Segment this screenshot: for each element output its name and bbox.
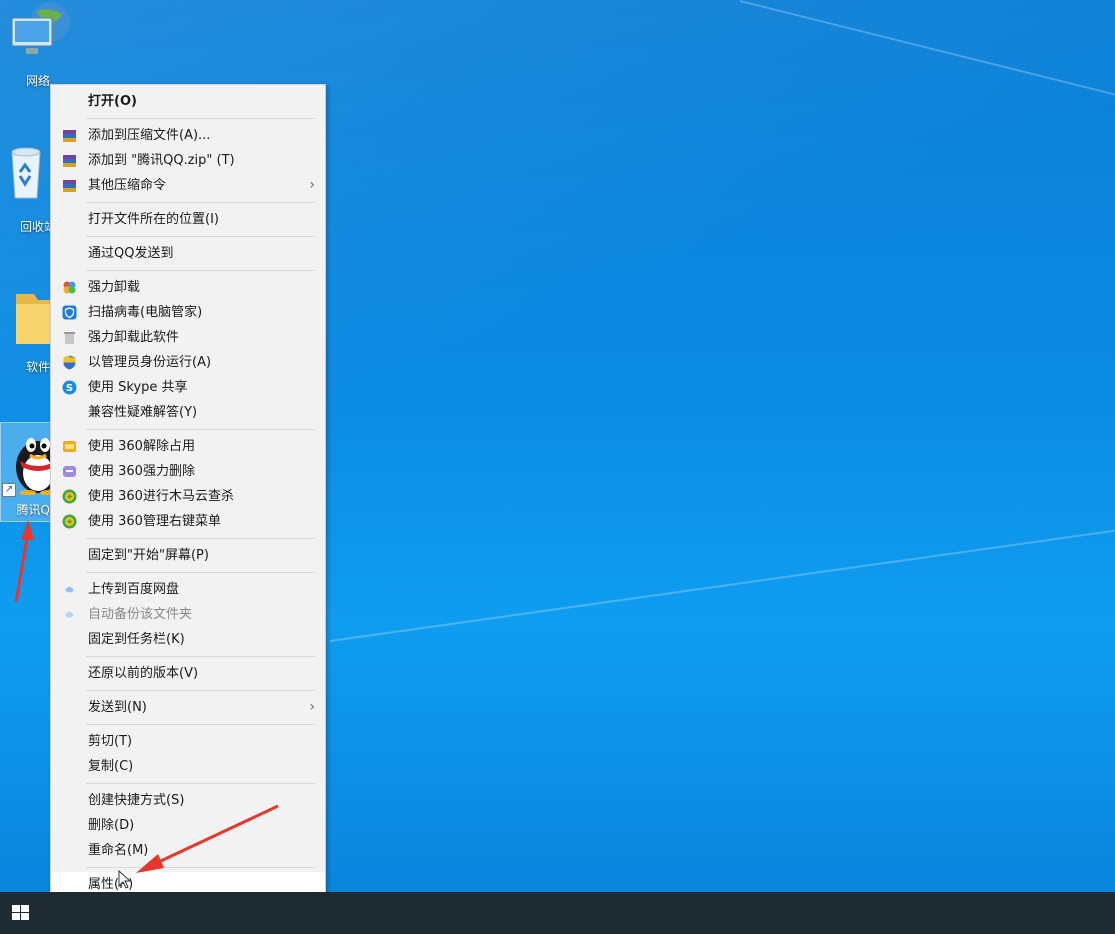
menu-separator <box>86 118 315 119</box>
menu-item-label: 固定到任务栏(K) <box>88 632 185 647</box>
menu-item-label: 上传到百度网盘 <box>88 582 180 597</box>
menu-separator <box>86 429 315 430</box>
menu-item-open[interactable]: 打开(O) <box>51 89 325 114</box>
chevron-right-icon: › <box>309 177 315 193</box>
menu-item-run-as-admin[interactable]: 以管理员身份运行(A) <box>51 350 325 375</box>
menu-item-label: 发送到(N) <box>88 700 147 715</box>
menu-separator <box>86 202 315 203</box>
menu-item-cut[interactable]: 剪切(T) <box>51 729 325 754</box>
menu-item-pin-to-taskbar[interactable]: 固定到任务栏(K) <box>51 627 325 652</box>
menu-item-skype-share[interactable]: S 使用 Skype 共享 <box>51 375 325 400</box>
menu-item-uninstall-software[interactable]: 强力卸载此软件 <box>51 325 325 350</box>
menu-item-label: 强力卸载此软件 <box>88 330 180 345</box>
menu-item-label: 通过QQ发送到 <box>88 246 174 261</box>
menu-item-label: 使用 360进行木马云查杀 <box>88 489 234 504</box>
shield-icon <box>62 305 77 320</box>
menu-item-send-via-qq[interactable]: 通过QQ发送到 <box>51 241 325 266</box>
menu-item-360-context-manager[interactable]: 使用 360管理右键菜单 <box>51 509 325 534</box>
menu-separator <box>86 270 315 271</box>
trash-icon <box>64 332 75 344</box>
menu-item-force-uninstall[interactable]: 强力卸载 <box>51 275 325 300</box>
menu-item-label: 使用 360管理右键菜单 <box>88 514 221 529</box>
menu-item-label: 剪切(T) <box>88 734 133 749</box>
360-delete-icon <box>63 466 76 477</box>
menu-item-label: 扫描病毒(电脑管家) <box>88 305 203 320</box>
network-icon <box>11 2 70 54</box>
context-menu: 打开(O) 添加到压缩文件(A)... 添加到 "腾讯QQ.zip" (T) 其… <box>50 84 326 897</box>
clover-icon <box>63 281 76 294</box>
menu-separator <box>86 690 315 691</box>
menu-item-add-to-zip[interactable]: 添加到 "腾讯QQ.zip" (T) <box>51 148 325 173</box>
360-scan-icon <box>62 489 77 504</box>
winrar-icon <box>63 180 76 192</box>
menu-item-label: 打开(O) <box>88 94 137 109</box>
light-beam <box>329 528 1115 642</box>
menu-item-label: 使用 360强力删除 <box>88 464 195 479</box>
winrar-icon <box>63 130 76 142</box>
skype-icon: S <box>62 380 77 395</box>
menu-separator <box>86 724 315 725</box>
svg-text:S: S <box>66 383 73 394</box>
winrar-icon <box>63 155 76 167</box>
menu-item-compatibility[interactable]: 兼容性疑难解答(Y) <box>51 400 325 425</box>
menu-separator <box>86 572 315 573</box>
windows-start-icon[interactable] <box>12 905 30 921</box>
annotation-arrow <box>14 520 34 603</box>
360-menu-icon <box>62 514 77 529</box>
menu-item-scan-virus[interactable]: 扫描病毒(电脑管家) <box>51 300 325 325</box>
menu-item-label: 固定到"开始"屏幕(P) <box>88 548 209 563</box>
menu-separator <box>86 538 315 539</box>
menu-separator <box>86 236 315 237</box>
annotation-arrow <box>136 804 279 873</box>
menu-item-label: 使用 Skype 共享 <box>88 380 188 395</box>
menu-item-label: 兼容性疑难解答(Y) <box>88 405 198 420</box>
menu-item-label: 添加到 "腾讯QQ.zip" (T) <box>88 153 235 168</box>
baidu-cloud-icon <box>65 586 74 593</box>
menu-item-upload-baidu[interactable]: 上传到百度网盘 <box>51 577 325 602</box>
menu-item-copy[interactable]: 复制(C) <box>51 754 325 779</box>
menu-item-label: 还原以前的版本(V) <box>88 666 199 681</box>
menu-item-auto-backup[interactable]: 自动备份该文件夹 <box>51 602 325 627</box>
menu-item-label: 添加到压缩文件(A)... <box>88 128 211 143</box>
uac-shield-icon <box>63 355 76 370</box>
menu-item-send-to[interactable]: 发送到(N) › <box>51 695 325 720</box>
menu-item-add-to-archive[interactable]: 添加到压缩文件(A)... <box>51 123 325 148</box>
menu-item-open-location[interactable]: 打开文件所在的位置(I) <box>51 207 325 232</box>
mouse-cursor-icon <box>118 870 132 889</box>
menu-item-label: 自动备份该文件夹 <box>88 607 193 622</box>
menu-item-label: 其他压缩命令 <box>88 178 167 193</box>
menu-item-360-unlock[interactable]: 使用 360解除占用 <box>51 434 325 459</box>
360-unlock-icon <box>63 441 76 452</box>
menu-separator <box>86 783 315 784</box>
menu-item-label: 复制(C) <box>88 759 134 774</box>
light-beam <box>739 0 1115 104</box>
menu-item-label: 使用 360解除占用 <box>88 439 195 454</box>
menu-item-label: 以管理员身份运行(A) <box>88 355 212 370</box>
menu-item-restore-versions[interactable]: 还原以前的版本(V) <box>51 661 325 686</box>
shortcut-arrow-icon: ↗ <box>2 483 16 497</box>
menu-item-360-trojan-scan[interactable]: 使用 360进行木马云查杀 <box>51 484 325 509</box>
menu-item-360-force-delete[interactable]: 使用 360强力删除 <box>51 459 325 484</box>
baidu-cloud-icon <box>65 611 74 618</box>
menu-item-label: 打开文件所在的位置(I) <box>88 212 219 227</box>
menu-item-label: 强力卸载 <box>88 280 141 295</box>
desktop-icon-network[interactable]: 网络 <box>0 2 76 89</box>
menu-separator <box>86 656 315 657</box>
menu-item-pin-to-start[interactable]: 固定到"开始"屏幕(P) <box>51 543 325 568</box>
taskbar <box>0 892 1115 934</box>
menu-item-other-compress[interactable]: 其他压缩命令 › <box>51 173 325 198</box>
chevron-right-icon: › <box>309 699 315 715</box>
